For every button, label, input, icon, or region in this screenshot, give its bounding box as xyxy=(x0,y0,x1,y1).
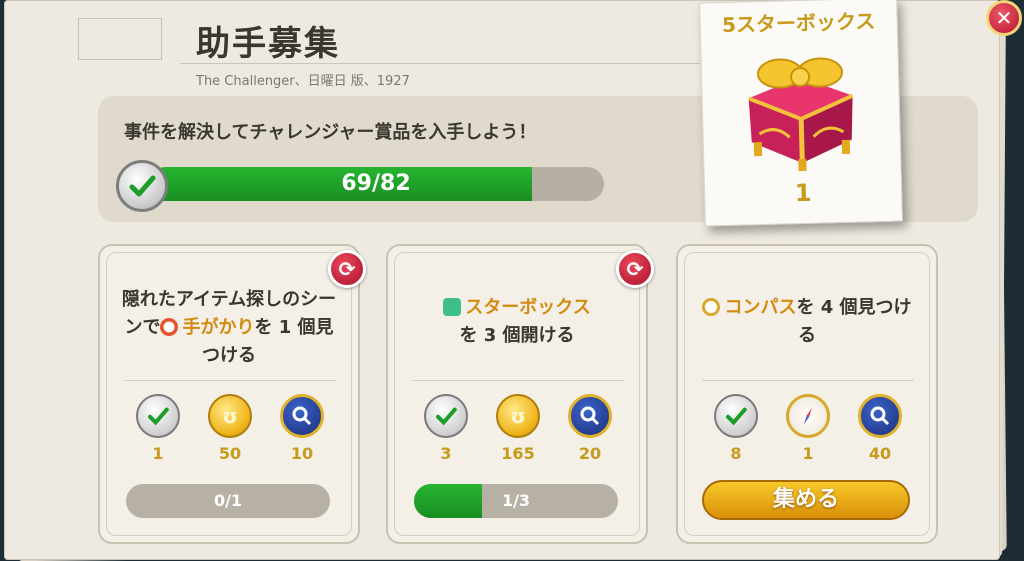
magnifier-badge-icon xyxy=(280,394,324,438)
challenge-card-2: スターボックスを 3 個開ける 3 ʊ 165 20 1/3 xyxy=(386,244,648,544)
reward-check: 3 xyxy=(418,394,474,463)
close-icon: ✕ xyxy=(995,6,1013,30)
prize-count: 1 xyxy=(794,178,812,208)
challenge-card-3: コンパスを 4 個見つける 8 1 40 集める xyxy=(676,244,938,544)
reward-row: 8 1 40 xyxy=(678,394,936,470)
challenge-progress-bar: 0/1 xyxy=(126,484,330,518)
gift-box-icon xyxy=(747,57,854,172)
magnifier-icon xyxy=(160,318,179,336)
reward-value: 1 xyxy=(802,444,814,463)
refresh-challenge-button[interactable]: ⟳ xyxy=(328,250,366,288)
reward-badge: 20 xyxy=(562,394,618,463)
challenge-text-part: を 4 個見つける xyxy=(796,297,912,346)
challenge-text: スターボックスを 3 個開ける xyxy=(404,294,630,350)
newspaper-masthead-ornament xyxy=(78,18,162,60)
page-title: 助手募集 xyxy=(196,24,340,64)
reward-value: 1 xyxy=(152,444,164,463)
reward-value: 50 xyxy=(218,444,242,463)
challenge-text-highlight: スターボックス xyxy=(465,297,591,318)
collect-button[interactable]: 集める xyxy=(702,480,910,520)
challenge-progress-bar: 1/3 xyxy=(414,484,618,518)
refresh-icon: ⟳ xyxy=(338,257,356,281)
coin-icon: ʊ xyxy=(496,394,540,438)
reward-check: 8 xyxy=(708,394,764,463)
challenge-text-part: を 3 個開ける xyxy=(459,325,575,346)
challenge-text-highlight: コンパス xyxy=(724,297,797,318)
challenge-progress-label: 0/1 xyxy=(213,491,243,510)
overall-progress-bar: 69/82 xyxy=(148,167,604,201)
reward-row: 3 ʊ 165 20 xyxy=(388,394,646,470)
reward-coin: ʊ 50 xyxy=(202,394,258,463)
page-subtitle: The Challenger、日曜日 版、1927 xyxy=(196,74,410,89)
close-button[interactable]: ✕ xyxy=(986,0,1022,36)
card-divider xyxy=(124,380,336,381)
reward-value: 40 xyxy=(868,444,892,463)
card-divider xyxy=(412,380,624,381)
reward-compass: 1 xyxy=(780,394,836,463)
magnifier-badge-icon xyxy=(568,394,612,438)
reward-value: 3 xyxy=(440,444,452,463)
reward-value: 8 xyxy=(730,444,742,463)
progress-instruction: 事件を解決してチャレンジャー賞品を入手しよう！ xyxy=(124,122,537,143)
reward-value: 10 xyxy=(290,444,314,463)
card-divider xyxy=(702,380,914,381)
reward-value: 20 xyxy=(578,444,602,463)
check-icon xyxy=(136,394,180,438)
refresh-icon: ⟳ xyxy=(626,257,644,281)
reward-check: 1 xyxy=(130,394,186,463)
reward-coin: ʊ 165 xyxy=(490,394,546,463)
star-box-icon xyxy=(443,298,462,316)
challenge-text: 隠れたアイテム探しのシーンで 手がかりを 1 個見つける xyxy=(116,286,342,370)
prize-title: 5スターボックス xyxy=(721,9,876,38)
compass-icon xyxy=(786,394,830,438)
check-icon xyxy=(424,394,468,438)
refresh-challenge-button[interactable]: ⟳ xyxy=(616,250,654,288)
challenge-text: コンパスを 4 個見つける xyxy=(694,294,920,350)
reward-badge: 10 xyxy=(274,394,330,463)
reward-row: 1 ʊ 50 10 xyxy=(100,394,358,470)
challenge-progress-label: 1/3 xyxy=(501,491,531,510)
check-icon xyxy=(714,394,758,438)
prize-card: 5スターボックス 1 xyxy=(699,0,903,227)
overall-progress-label: 69/82 xyxy=(341,171,411,196)
challenge-text-highlight: 手がかり xyxy=(182,317,255,338)
check-icon xyxy=(116,160,168,212)
challenge-card-1: 隠れたアイテム探しのシーンで 手がかりを 1 個見つける 1 ʊ 50 10 0/… xyxy=(98,244,360,544)
compass-icon xyxy=(702,298,721,316)
magnifier-badge-icon xyxy=(858,394,902,438)
reward-badge: 40 xyxy=(852,394,908,463)
reward-value: 165 xyxy=(501,444,535,463)
coin-icon: ʊ xyxy=(208,394,252,438)
